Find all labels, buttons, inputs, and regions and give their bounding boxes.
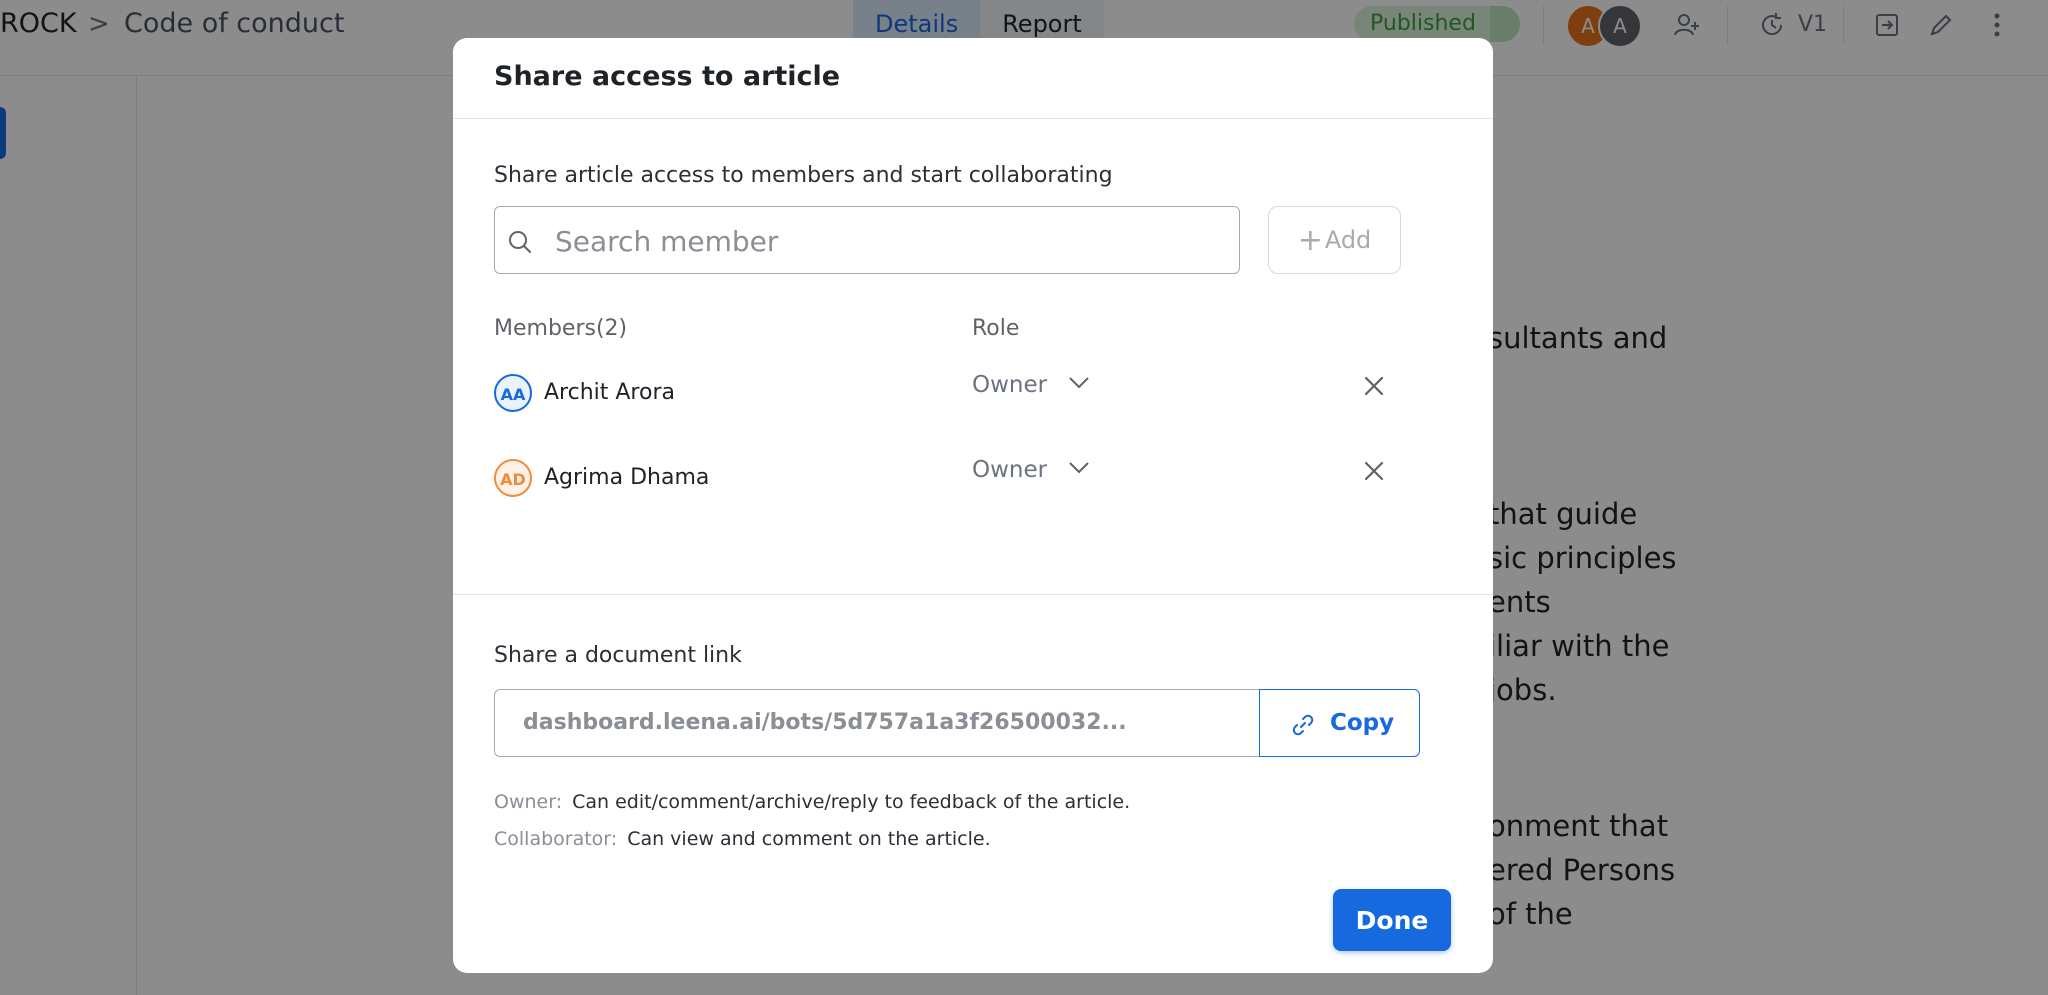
member-row: AD Agrima Dhama Owner <box>494 457 1394 503</box>
note-key: Owner: <box>494 791 563 813</box>
divider <box>453 594 1493 595</box>
divider <box>453 118 1493 119</box>
note-value: Can edit/comment/archive/reply to feedba… <box>572 791 1131 813</box>
note-key: Collaborator: <box>494 828 618 850</box>
share-intro-text: Share article access to members and star… <box>494 163 1113 188</box>
avatar: AA <box>494 374 532 412</box>
done-button[interactable]: Done <box>1333 889 1451 951</box>
collaborator-permission-note: Collaborator: Can view and comment on the… <box>494 825 991 853</box>
close-icon[interactable] <box>1360 372 1388 400</box>
owner-permission-note: Owner: Can edit/comment/archive/reply to … <box>494 788 1130 816</box>
search-input[interactable] <box>553 219 1217 263</box>
link-icon <box>1292 714 1314 736</box>
search-member-field[interactable] <box>494 206 1240 274</box>
search-icon <box>509 231 531 253</box>
add-button-label: Add <box>1324 225 1372 254</box>
role-column-header: Role <box>972 316 1020 341</box>
role-select[interactable]: Owner <box>972 370 1047 400</box>
member-name: Agrima Dhama <box>544 465 710 490</box>
dialog-title: Share access to article <box>494 61 841 92</box>
share-access-dialog: Share access to article Share article ac… <box>453 38 1493 973</box>
avatar: AD <box>494 459 532 497</box>
note-value: Can view and comment on the article. <box>627 828 991 850</box>
member-name: Archit Arora <box>544 380 675 405</box>
chevron-down-icon[interactable] <box>1068 376 1090 390</box>
document-link-field[interactable]: dashboard.leena.ai/bots/5d757a1a3f265000… <box>494 689 1259 757</box>
document-link-value: dashboard.leena.ai/bots/5d757a1a3f265000… <box>523 710 1127 735</box>
copy-link-button[interactable]: Copy <box>1259 689 1420 757</box>
copy-button-label: Copy <box>1330 710 1395 736</box>
chevron-down-icon[interactable] <box>1068 461 1090 475</box>
add-member-button[interactable]: +Add <box>1268 206 1401 274</box>
share-link-title: Share a document link <box>494 643 742 668</box>
close-icon[interactable] <box>1360 457 1388 485</box>
role-select[interactable]: Owner <box>972 455 1047 485</box>
member-row: AA Archit Arora Owner <box>494 372 1394 418</box>
plus-icon: + <box>1297 222 1323 258</box>
members-column-header: Members(2) <box>494 316 628 341</box>
